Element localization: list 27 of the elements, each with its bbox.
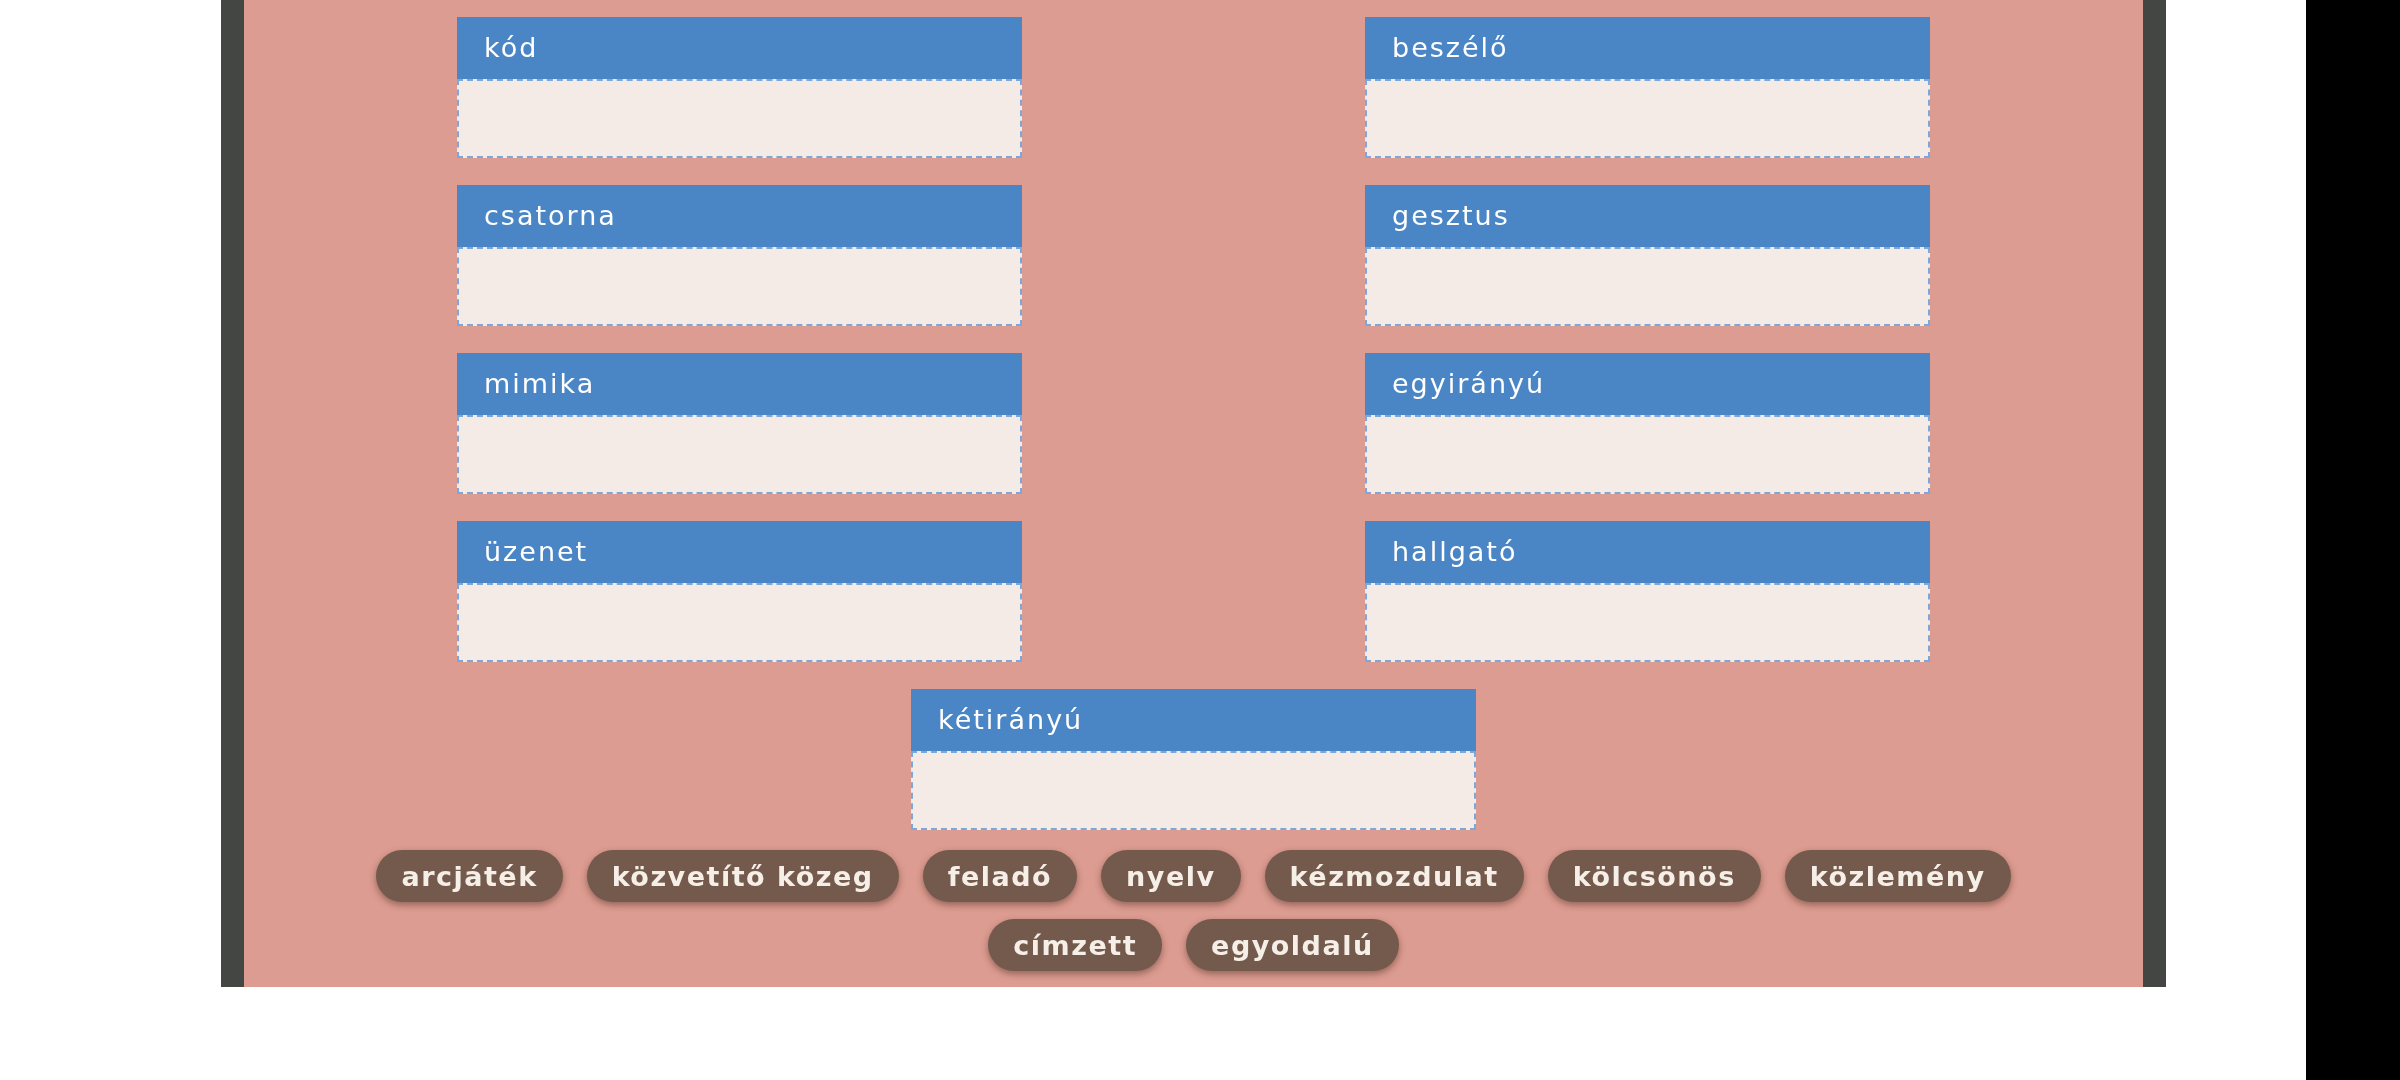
word-chip[interactable]: közlemény	[1784, 850, 2011, 902]
word-chip[interactable]: kézmozdulat	[1264, 850, 1524, 902]
word-chip[interactable]: közvetítő közeg	[586, 850, 899, 902]
category-header: hallgató	[1365, 521, 1930, 583]
category-header: mimika	[457, 353, 1022, 415]
drop-zone[interactable]	[457, 247, 1022, 326]
category-header: egyirányú	[1365, 353, 1930, 415]
category-header: kétirányú	[911, 689, 1476, 751]
drop-zone[interactable]	[457, 79, 1022, 158]
drop-zone[interactable]	[1365, 247, 1930, 326]
drop-zone[interactable]	[457, 583, 1022, 662]
word-chip[interactable]: címzett	[988, 919, 1163, 971]
category-header: beszélő	[1365, 17, 1930, 79]
word-chip[interactable]: feladó	[922, 850, 1078, 902]
category-header: kód	[457, 17, 1022, 79]
drop-zone[interactable]	[911, 751, 1476, 830]
drop-zone[interactable]	[1365, 79, 1930, 158]
word-chip[interactable]: arcjáték	[376, 850, 563, 902]
drop-zone[interactable]	[1365, 415, 1930, 494]
word-chip[interactable]: nyelv	[1101, 850, 1241, 902]
category-header: csatorna	[457, 185, 1022, 247]
word-chip[interactable]: kölcsönös	[1547, 850, 1761, 902]
category-header: üzenet	[457, 521, 1022, 583]
drop-zone[interactable]	[1365, 583, 1930, 662]
word-chip[interactable]: egyoldalú	[1186, 919, 1399, 971]
category-header: gesztus	[1365, 185, 1930, 247]
drop-zone[interactable]	[457, 415, 1022, 494]
